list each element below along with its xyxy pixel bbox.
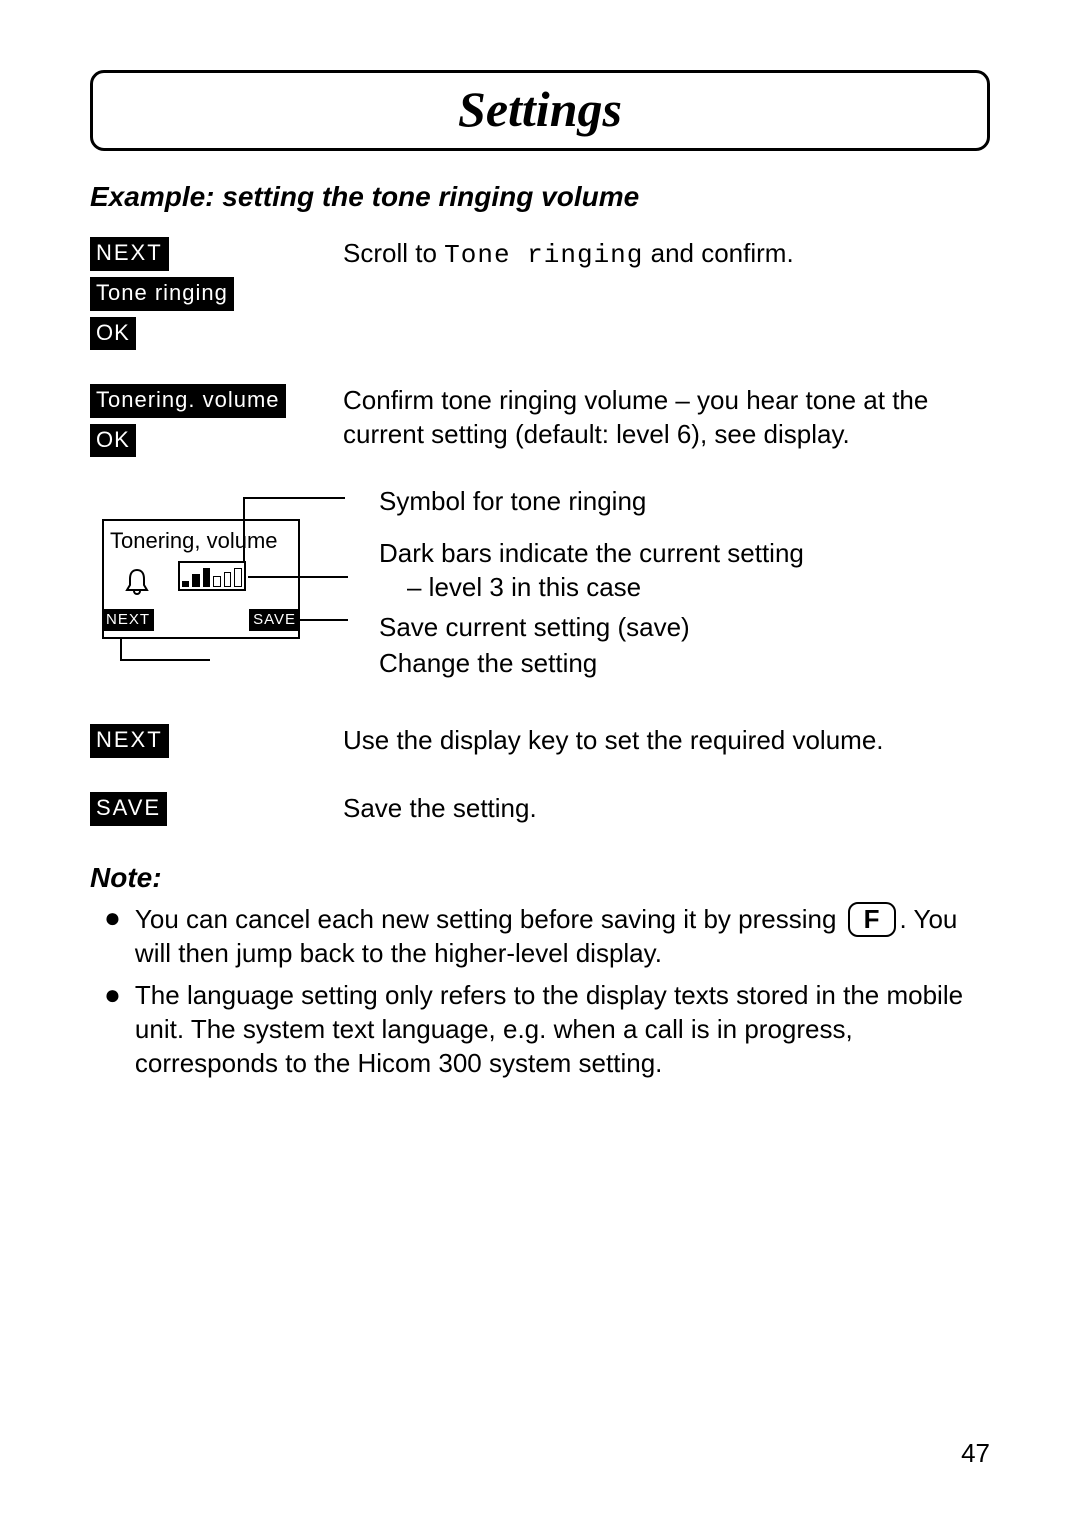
- menu-label: Tone ringing: [90, 277, 234, 311]
- manual-page: Settings Example: setting the tone ringi…: [0, 0, 1080, 1529]
- step-4-desc: Save the setting.: [335, 792, 990, 826]
- lead-line: [248, 576, 348, 578]
- step-3-display: NEXT: [90, 724, 335, 764]
- note-1-text: You can cancel each new setting before s…: [135, 902, 990, 971]
- desc-before: Scroll to: [343, 238, 444, 268]
- note-item-1: ● You can cancel each new setting before…: [90, 902, 990, 971]
- step-4-display: SAVE: [90, 792, 335, 832]
- f-key-icon: F: [848, 902, 896, 937]
- example-subhead: Example: setting the tone ringing volume: [90, 179, 990, 215]
- page-number: 47: [961, 1437, 990, 1471]
- desc-after: and confirm.: [643, 238, 793, 268]
- lead-line: [120, 639, 122, 661]
- display-diagram-row: Tonering, volume NEXT SAVE: [90, 491, 990, 696]
- volume-bars: [178, 561, 246, 591]
- note-heading: Note:: [90, 860, 990, 896]
- note-1a: You can cancel each new setting before s…: [135, 904, 844, 934]
- step-1-display: NEXT Tone ringing OK: [90, 237, 335, 356]
- softkey-next: NEXT: [102, 609, 154, 631]
- save-label: SAVE: [90, 792, 167, 826]
- page-title-bar: Settings: [90, 70, 990, 151]
- ok-label: OK: [90, 424, 136, 458]
- note-item-2: ● The language setting only refers to th…: [90, 979, 990, 1080]
- step-1: NEXT Tone ringing OK Scroll to Tone ring…: [90, 237, 990, 356]
- callout-change: Change the setting: [379, 647, 990, 681]
- step-3-desc: Use the display key to set the required …: [335, 724, 990, 758]
- step-3: NEXT Use the display key to set the requ…: [90, 724, 990, 764]
- softkey-save: SAVE: [249, 609, 300, 631]
- callout-save: Save current setting (save): [379, 611, 990, 645]
- note-2-text: The language setting only refers to the …: [135, 979, 990, 1080]
- step-2: Tonering. volume OK Confirm tone ringing…: [90, 384, 990, 463]
- bullet-icon: ●: [104, 981, 121, 1009]
- step-1-desc: Scroll to Tone ringing and confirm.: [335, 237, 990, 273]
- ok-label: OK: [90, 317, 136, 351]
- callout-bars-a: Dark bars indicate the current setting: [379, 538, 804, 568]
- phone-soft-keys: NEXT SAVE: [102, 609, 300, 631]
- diagram-callouts: Symbol for tone ringing Dark bars indica…: [335, 491, 990, 696]
- lcd-text: Tone ringing: [444, 240, 643, 270]
- note-list: ● You can cancel each new setting before…: [90, 902, 990, 1080]
- step-4: SAVE Save the setting.: [90, 792, 990, 832]
- step-2-display: Tonering. volume OK: [90, 384, 335, 463]
- callout-bars: Dark bars indicate the current setting –…: [379, 537, 990, 605]
- lead-line: [245, 497, 345, 499]
- menu-label: Tonering. volume: [90, 384, 286, 418]
- next-label: NEXT: [90, 724, 169, 758]
- callout-symbol: Symbol for tone ringing: [379, 485, 990, 519]
- bullet-icon: ●: [104, 904, 121, 932]
- page-title: Settings: [458, 81, 622, 137]
- phone-screen-title: Tonering, volume: [110, 527, 278, 556]
- bell-icon: [124, 567, 150, 606]
- lead-line: [120, 659, 210, 661]
- callout-bars-b: – level 3 in this case: [407, 572, 641, 602]
- next-label: NEXT: [90, 237, 169, 271]
- lead-line: [243, 497, 245, 563]
- display-diagram: Tonering, volume NEXT SAVE: [90, 491, 335, 661]
- step-2-desc: Confirm tone ringing volume – you hear t…: [335, 384, 990, 452]
